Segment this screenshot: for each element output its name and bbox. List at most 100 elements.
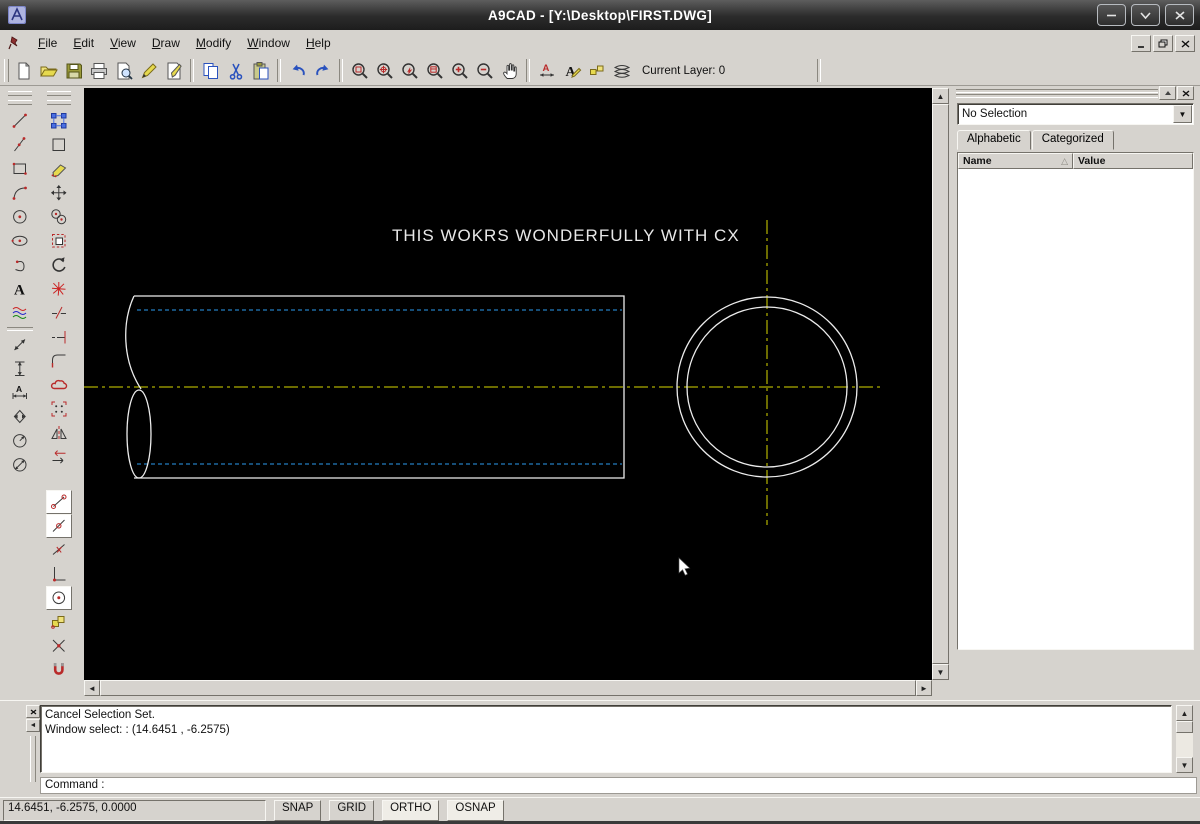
- save-button[interactable]: [61, 58, 86, 83]
- panel-grip[interactable]: [956, 89, 1158, 93]
- command-input[interactable]: Command :: [40, 777, 1197, 794]
- text-style-button[interactable]: A: [559, 58, 584, 83]
- column-header-name[interactable]: Name △: [958, 153, 1073, 169]
- scroll-left-arrow[interactable]: ◄: [84, 680, 100, 696]
- column-header-value[interactable]: Value: [1073, 153, 1193, 169]
- cloud-button[interactable]: [47, 373, 72, 397]
- command-history-scrollbar[interactable]: ▲ ▼: [1176, 705, 1193, 773]
- history-scroll-thumb[interactable]: [1176, 721, 1193, 733]
- toolbar-grip[interactable]: [47, 91, 71, 96]
- panel-collapse-button[interactable]: [1159, 86, 1176, 100]
- scroll-up-arrow[interactable]: ▲: [1176, 705, 1193, 721]
- command-collapse-button[interactable]: ◄: [26, 719, 40, 732]
- toggle-grid[interactable]: GRID: [329, 799, 375, 821]
- mirror-button[interactable]: [47, 421, 72, 445]
- hatch-button[interactable]: [8, 301, 33, 325]
- marquee-button[interactable]: [47, 229, 72, 253]
- toolbar-grip[interactable]: [8, 100, 32, 105]
- dim-diameter-button[interactable]: [8, 453, 33, 477]
- open-button[interactable]: [36, 58, 61, 83]
- scroll-up-arrow[interactable]: ▲: [932, 88, 949, 104]
- new-button[interactable]: [11, 58, 36, 83]
- toggle-snap[interactable]: SNAP: [274, 799, 322, 821]
- zoom-out-button[interactable]: [472, 58, 497, 83]
- panel-grip[interactable]: [956, 94, 1158, 98]
- dim-horizontal-button[interactable]: A: [8, 381, 33, 405]
- knife-button[interactable]: [161, 58, 186, 83]
- zoom-window-button[interactable]: [347, 58, 372, 83]
- erase-button[interactable]: [47, 157, 72, 181]
- zoom-dynamic-button[interactable]: [397, 58, 422, 83]
- menu-item-file[interactable]: File: [30, 34, 65, 52]
- print-preview-button[interactable]: [111, 58, 136, 83]
- menu-item-draw[interactable]: Draw: [144, 34, 188, 52]
- pan-button[interactable]: [497, 58, 522, 83]
- explode-button[interactable]: [47, 277, 72, 301]
- snap-endpoint-button[interactable]: [46, 490, 72, 514]
- canvas-vertical-scrollbar[interactable]: ▲ ▼: [932, 88, 949, 680]
- toggle-osnap[interactable]: OSNAP: [447, 799, 504, 821]
- scroll-down-arrow[interactable]: ▼: [1176, 757, 1193, 773]
- redo-button[interactable]: [310, 58, 335, 83]
- snap-nearest-button[interactable]: [47, 538, 72, 562]
- snap-midpoint-button[interactable]: [46, 514, 72, 538]
- mdi-close-button[interactable]: [1175, 35, 1195, 52]
- snap-perpendicular-button[interactable]: [47, 562, 72, 586]
- zoom-in-button[interactable]: [447, 58, 472, 83]
- snap-magnet-button[interactable]: [47, 658, 72, 682]
- zoom-extents-button[interactable]: [372, 58, 397, 83]
- dim-radius-button[interactable]: [8, 429, 33, 453]
- command-window-grip[interactable]: [29, 736, 36, 782]
- window-minimize-button[interactable]: [1097, 4, 1126, 26]
- menu-item-window[interactable]: Window: [239, 34, 298, 52]
- paste-button[interactable]: [248, 58, 273, 83]
- rect-select-button[interactable]: [47, 133, 72, 157]
- rectangle-button[interactable]: [8, 157, 33, 181]
- curve-button[interactable]: [8, 253, 33, 277]
- vertical-scroll-thumb[interactable]: [932, 104, 949, 664]
- zoom-previous-button[interactable]: [422, 58, 447, 83]
- copy-button[interactable]: [198, 58, 223, 83]
- move-button[interactable]: [47, 181, 72, 205]
- mdi-minimize-button[interactable]: [1131, 35, 1151, 52]
- mdi-restore-button[interactable]: [1153, 35, 1173, 52]
- layers-button[interactable]: [609, 58, 634, 83]
- undo-button[interactable]: [285, 58, 310, 83]
- dim-aligned-button[interactable]: [8, 333, 33, 357]
- tab-categorized[interactable]: Categorized: [1031, 130, 1114, 150]
- select-button[interactable]: [47, 109, 72, 133]
- window-restore-button[interactable]: [1131, 4, 1160, 26]
- fillet-button[interactable]: [47, 349, 72, 373]
- menu-item-edit[interactable]: Edit: [65, 34, 102, 52]
- ellipse-button[interactable]: [8, 229, 33, 253]
- line-button[interactable]: [8, 109, 33, 133]
- scroll-right-arrow[interactable]: ►: [916, 680, 932, 696]
- array-button[interactable]: [47, 397, 72, 421]
- arc-button[interactable]: [8, 181, 33, 205]
- dim-vertical-button[interactable]: [8, 357, 33, 381]
- circle-button[interactable]: [8, 205, 33, 229]
- print-button[interactable]: [86, 58, 111, 83]
- panel-close-button[interactable]: [1177, 86, 1194, 100]
- extend-button[interactable]: [47, 325, 72, 349]
- rotate-button[interactable]: [47, 253, 72, 277]
- dimension-style-button[interactable]: A: [534, 58, 559, 83]
- polyline-button[interactable]: [8, 133, 33, 157]
- drawing-canvas[interactable]: THIS WOKRS WONDERFULLY WITH CX: [84, 88, 932, 680]
- copy-object-button[interactable]: [47, 205, 72, 229]
- key-button[interactable]: [584, 58, 609, 83]
- selection-combo[interactable]: No Selection ▼: [957, 103, 1194, 125]
- snap-center-button[interactable]: [46, 586, 72, 610]
- window-close-button[interactable]: [1165, 4, 1194, 26]
- scroll-down-arrow[interactable]: ▼: [932, 664, 949, 680]
- toolbar-grip[interactable]: [4, 59, 9, 82]
- tab-alphabetic[interactable]: Alphabetic: [957, 130, 1031, 150]
- command-close-button[interactable]: [26, 705, 40, 718]
- cut-button[interactable]: [223, 58, 248, 83]
- snap-intersection-button[interactable]: [47, 634, 72, 658]
- dim-angular-button[interactable]: [8, 405, 33, 429]
- menu-item-help[interactable]: Help: [298, 34, 339, 52]
- menu-item-modify[interactable]: Modify: [188, 34, 239, 52]
- canvas-horizontal-scrollbar[interactable]: ◄ ►: [84, 680, 932, 696]
- toolbar-grip[interactable]: [47, 100, 71, 105]
